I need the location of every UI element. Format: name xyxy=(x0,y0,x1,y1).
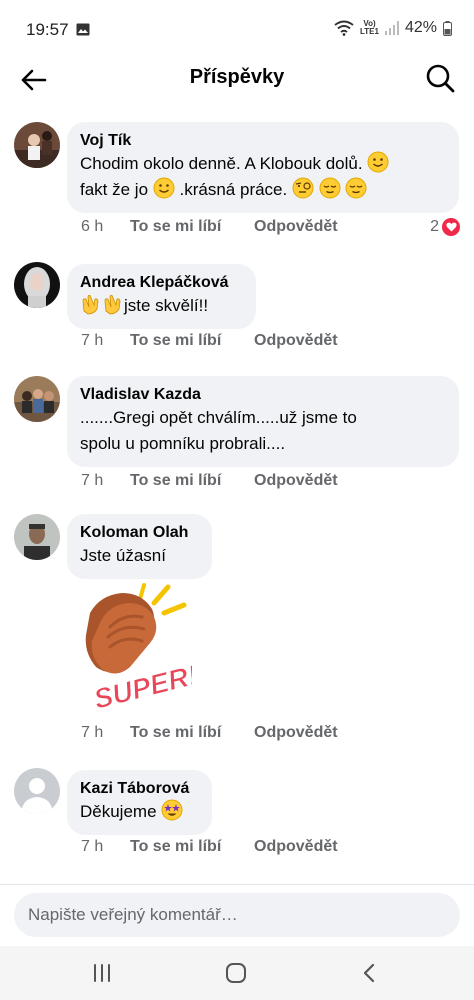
relieved-emoji-icon xyxy=(345,177,367,199)
comment-author[interactable]: Voj Tík xyxy=(80,131,445,151)
comment-text: Děkujeme xyxy=(80,799,198,825)
comment-time[interactable]: 7 h xyxy=(81,838,130,856)
reply-button[interactable]: Odpovědět xyxy=(254,218,338,236)
gallery-icon xyxy=(76,23,90,36)
volte-indicator: Vo) LTE1 xyxy=(360,19,379,36)
system-nav-bar xyxy=(0,946,474,1000)
heart-icon xyxy=(442,218,460,236)
app-header: Příspěvky xyxy=(0,58,474,102)
like-button[interactable]: To se mi líbí xyxy=(130,838,254,856)
comment-bubble[interactable]: Vladislav Kazda .......Gregi opět chválí… xyxy=(67,376,459,467)
page-title: Příspěvky xyxy=(189,66,285,88)
comment-time[interactable]: 7 h xyxy=(81,332,130,350)
avatar[interactable] xyxy=(14,768,60,814)
clapping-hands-emoji-icon xyxy=(104,295,121,315)
recents-icon[interactable] xyxy=(88,960,116,986)
comment-actions: 6 h To se mi líbí Odpovědět xyxy=(81,218,338,236)
comment-time[interactable]: 6 h xyxy=(81,218,130,236)
signal-icon xyxy=(384,21,399,35)
search-icon[interactable] xyxy=(424,62,456,94)
battery-icon xyxy=(443,20,452,36)
comment-text-line2: spolu u pomníku probrali.... xyxy=(80,434,286,453)
clapping-hands-emoji-icon xyxy=(82,295,99,315)
smile-emoji-icon xyxy=(153,177,175,199)
comment-text: Jste úžasní xyxy=(80,546,166,565)
like-button[interactable]: To se mi líbí xyxy=(130,724,254,742)
smile-emoji-icon xyxy=(367,151,389,173)
comment-time[interactable]: 7 h xyxy=(81,472,130,490)
comment-author[interactable]: Kazi Táborová xyxy=(80,779,198,799)
like-button[interactable]: To se mi líbí xyxy=(130,332,254,350)
comment-author[interactable]: Koloman Olah xyxy=(80,523,198,543)
comment-bubble[interactable]: Voj Tík Chodim okolo denně. A Klobouk do… xyxy=(67,122,459,213)
comment-actions: 7 h To se mi líbí Odpovědět xyxy=(81,724,338,742)
battery-percent: 42% xyxy=(404,19,437,36)
avatar[interactable] xyxy=(14,262,60,308)
reply-button[interactable]: Odpovědět xyxy=(254,724,338,742)
comment-text-line2: fakt že jo .krásná práce. xyxy=(80,177,445,203)
comment-text: .......Gregi opět chválím.....už jsme to xyxy=(80,408,357,427)
super-clapping-sticker[interactable]: SUPER! xyxy=(80,583,192,713)
reply-button[interactable]: Odpovědět xyxy=(254,472,338,490)
like-button[interactable]: To se mi líbí xyxy=(130,218,254,236)
comment-time[interactable]: 7 h xyxy=(81,724,130,742)
comment-bubble[interactable]: Kazi Táborová Děkujeme xyxy=(67,770,212,835)
status-bar: 19:57 Vo) LTE1 42% xyxy=(0,0,474,58)
star-struck-emoji-icon xyxy=(161,799,183,821)
comment-text: Chodim okolo denně. A Klobouk dolů. xyxy=(80,151,445,177)
back-nav-icon[interactable] xyxy=(356,960,384,986)
reply-button[interactable]: Odpovědět xyxy=(254,838,338,856)
home-icon[interactable] xyxy=(222,960,250,986)
comment-input[interactable]: Napište veřejný komentář… xyxy=(14,893,460,937)
relieved-emoji-icon xyxy=(319,177,341,199)
status-icons: Vo) LTE1 42% xyxy=(334,19,452,37)
face-with-monocle-emoji-icon xyxy=(292,177,314,199)
status-time: 19:57 xyxy=(26,20,69,39)
avatar[interactable] xyxy=(14,376,60,422)
comment-actions: 7 h To se mi líbí Odpovědět xyxy=(81,332,338,350)
wifi-icon xyxy=(334,20,354,36)
comment-bubble[interactable]: Andrea Klepáčková jste skvělí!! xyxy=(67,264,256,329)
comment-author[interactable]: Andrea Klepáčková xyxy=(80,273,242,293)
avatar[interactable] xyxy=(14,122,60,168)
comment-bubble[interactable]: Koloman Olah Jste úžasní xyxy=(67,514,212,579)
comment-text: jste skvělí!! xyxy=(80,293,242,319)
reaction-count[interactable]: 2 xyxy=(430,218,460,236)
reply-button[interactable]: Odpovědět xyxy=(254,332,338,350)
like-button[interactable]: To se mi líbí xyxy=(130,472,254,490)
comment-actions: 7 h To se mi líbí Odpovědět xyxy=(81,472,338,490)
comment-actions: 7 h To se mi líbí Odpovědět xyxy=(81,838,338,856)
comment-composer: Napište veřejný komentář… xyxy=(0,884,474,946)
avatar[interactable] xyxy=(14,514,60,560)
comment-author[interactable]: Vladislav Kazda xyxy=(80,385,445,405)
